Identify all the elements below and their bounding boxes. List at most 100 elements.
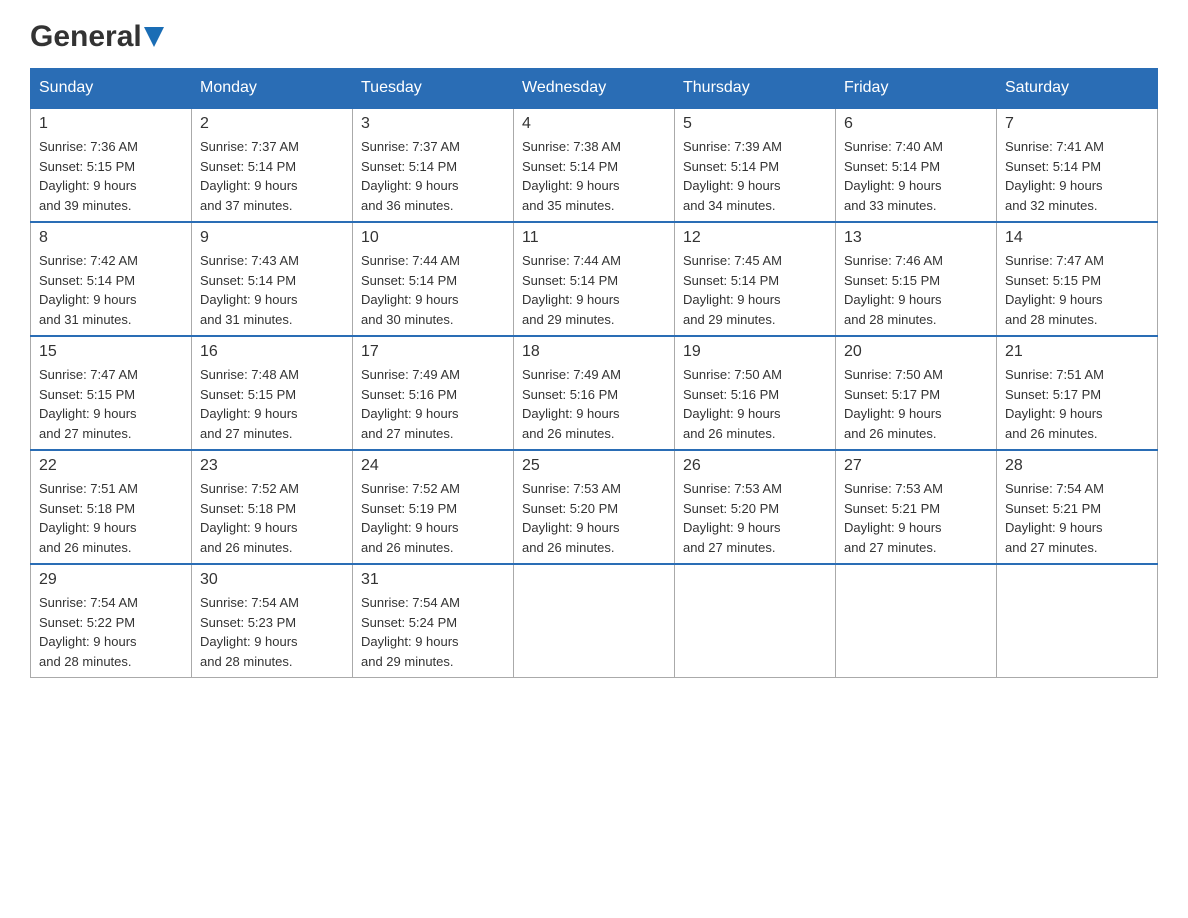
day-info: Sunrise: 7:39 AMSunset: 5:14 PMDaylight:… bbox=[683, 137, 827, 215]
day-number: 31 bbox=[361, 571, 505, 589]
calendar-cell: 4 Sunrise: 7:38 AMSunset: 5:14 PMDaylight… bbox=[514, 108, 675, 222]
day-number: 26 bbox=[683, 457, 827, 475]
calendar-cell: 28 Sunrise: 7:54 AMSunset: 5:21 PMDayligh… bbox=[997, 450, 1158, 564]
calendar-cell: 21Sunrise: 7:51 AMSunset: 5:17 PMDayligh… bbox=[997, 336, 1158, 450]
calendar-cell bbox=[997, 564, 1158, 678]
day-info: Sunrise: 7:54 AMSunset: 5:21 PMDaylight:… bbox=[1005, 479, 1149, 557]
calendar-table: SundayMondayTuesdayWednesdayThursdayFrid… bbox=[30, 68, 1158, 678]
day-number: 12 bbox=[683, 229, 827, 247]
day-number: 13 bbox=[844, 229, 988, 247]
calendar-cell: 9Sunrise: 7:43 AMSunset: 5:14 PMDaylight… bbox=[192, 222, 353, 336]
calendar-cell: 1 Sunrise: 7:36 AMSunset: 5:15 PMDaylight… bbox=[31, 108, 192, 222]
day-info: Sunrise: 7:54 AMSunset: 5:23 PMDaylight:… bbox=[200, 593, 344, 671]
day-info: Sunrise: 7:37 AMSunset: 5:14 PMDaylight:… bbox=[361, 137, 505, 215]
calendar-cell: 17Sunrise: 7:49 AMSunset: 5:16 PMDayligh… bbox=[353, 336, 514, 450]
calendar-header-row: SundayMondayTuesdayWednesdayThursdayFrid… bbox=[31, 69, 1158, 109]
header-sunday: Sunday bbox=[31, 69, 192, 109]
day-info: Sunrise: 7:53 AMSunset: 5:20 PMDaylight:… bbox=[522, 479, 666, 557]
day-info: Sunrise: 7:54 AMSunset: 5:24 PMDaylight:… bbox=[361, 593, 505, 671]
calendar-cell: 3 Sunrise: 7:37 AMSunset: 5:14 PMDaylight… bbox=[353, 108, 514, 222]
calendar-cell: 13 Sunrise: 7:46 AMSunset: 5:15 PMDayligh… bbox=[836, 222, 997, 336]
calendar-cell: 14 Sunrise: 7:47 AMSunset: 5:15 PMDayligh… bbox=[997, 222, 1158, 336]
header-friday: Friday bbox=[836, 69, 997, 109]
week-row-4: 22 Sunrise: 7:51 AMSunset: 5:18 PMDayligh… bbox=[31, 450, 1158, 564]
day-info: Sunrise: 7:52 AMSunset: 5:18 PMDaylight:… bbox=[200, 479, 344, 557]
day-info: Sunrise: 7:47 AMSunset: 5:15 PMDaylight:… bbox=[1005, 251, 1149, 329]
header-tuesday: Tuesday bbox=[353, 69, 514, 109]
logo-general: General bbox=[30, 20, 142, 54]
day-info: Sunrise: 7:37 AMSunset: 5:14 PMDaylight:… bbox=[200, 137, 344, 215]
calendar-cell: 23 Sunrise: 7:52 AMSunset: 5:18 PMDayligh… bbox=[192, 450, 353, 564]
day-number: 2 bbox=[200, 115, 344, 133]
page-header: General bbox=[30, 20, 1158, 48]
calendar-cell: 2 Sunrise: 7:37 AMSunset: 5:14 PMDaylight… bbox=[192, 108, 353, 222]
calendar-cell bbox=[675, 564, 836, 678]
day-number: 19 bbox=[683, 343, 827, 361]
calendar-cell: 5Sunrise: 7:39 AMSunset: 5:14 PMDaylight… bbox=[675, 108, 836, 222]
day-number: 24 bbox=[361, 457, 505, 475]
day-number: 1 bbox=[39, 115, 183, 133]
day-info: Sunrise: 7:51 AMSunset: 5:18 PMDaylight:… bbox=[39, 479, 183, 557]
calendar-cell: 27 Sunrise: 7:53 AMSunset: 5:21 PMDayligh… bbox=[836, 450, 997, 564]
day-info: Sunrise: 7:44 AMSunset: 5:14 PMDaylight:… bbox=[361, 251, 505, 329]
day-info: Sunrise: 7:40 AMSunset: 5:14 PMDaylight:… bbox=[844, 137, 988, 215]
day-info: Sunrise: 7:53 AMSunset: 5:21 PMDaylight:… bbox=[844, 479, 988, 557]
day-number: 29 bbox=[39, 571, 183, 589]
day-number: 16 bbox=[200, 343, 344, 361]
header-saturday: Saturday bbox=[997, 69, 1158, 109]
day-number: 6 bbox=[844, 115, 988, 133]
day-info: Sunrise: 7:49 AMSunset: 5:16 PMDaylight:… bbox=[522, 365, 666, 443]
day-info: Sunrise: 7:51 AMSunset: 5:17 PMDaylight:… bbox=[1005, 365, 1149, 443]
header-thursday: Thursday bbox=[675, 69, 836, 109]
day-number: 3 bbox=[361, 115, 505, 133]
calendar-cell: 20 Sunrise: 7:50 AMSunset: 5:17 PMDayligh… bbox=[836, 336, 997, 450]
day-info: Sunrise: 7:36 AMSunset: 5:15 PMDaylight:… bbox=[39, 137, 183, 215]
calendar-cell: 7Sunrise: 7:41 AMSunset: 5:14 PMDaylight… bbox=[997, 108, 1158, 222]
header-monday: Monday bbox=[192, 69, 353, 109]
day-info: Sunrise: 7:38 AMSunset: 5:14 PMDaylight:… bbox=[522, 137, 666, 215]
day-number: 18 bbox=[522, 343, 666, 361]
header-wednesday: Wednesday bbox=[514, 69, 675, 109]
calendar-cell: 19 Sunrise: 7:50 AMSunset: 5:16 PMDayligh… bbox=[675, 336, 836, 450]
calendar-cell: 8 Sunrise: 7:42 AMSunset: 5:14 PMDaylight… bbox=[31, 222, 192, 336]
day-info: Sunrise: 7:42 AMSunset: 5:14 PMDaylight:… bbox=[39, 251, 183, 329]
calendar-cell: 29 Sunrise: 7:54 AMSunset: 5:22 PMDayligh… bbox=[31, 564, 192, 678]
day-info: Sunrise: 7:53 AMSunset: 5:20 PMDaylight:… bbox=[683, 479, 827, 557]
day-number: 20 bbox=[844, 343, 988, 361]
day-info: Sunrise: 7:46 AMSunset: 5:15 PMDaylight:… bbox=[844, 251, 988, 329]
logo: General bbox=[30, 20, 164, 48]
day-number: 4 bbox=[522, 115, 666, 133]
day-number: 27 bbox=[844, 457, 988, 475]
day-number: 30 bbox=[200, 571, 344, 589]
day-number: 11 bbox=[522, 229, 666, 247]
calendar-cell: 10Sunrise: 7:44 AMSunset: 5:14 PMDayligh… bbox=[353, 222, 514, 336]
day-info: Sunrise: 7:48 AMSunset: 5:15 PMDaylight:… bbox=[200, 365, 344, 443]
week-row-2: 8 Sunrise: 7:42 AMSunset: 5:14 PMDaylight… bbox=[31, 222, 1158, 336]
day-info: Sunrise: 7:43 AMSunset: 5:14 PMDaylight:… bbox=[200, 251, 344, 329]
calendar-cell: 16 Sunrise: 7:48 AMSunset: 5:15 PMDayligh… bbox=[192, 336, 353, 450]
day-number: 22 bbox=[39, 457, 183, 475]
calendar-cell: 11 Sunrise: 7:44 AMSunset: 5:14 PMDayligh… bbox=[514, 222, 675, 336]
day-number: 25 bbox=[522, 457, 666, 475]
day-number: 8 bbox=[39, 229, 183, 247]
calendar-body: 1 Sunrise: 7:36 AMSunset: 5:15 PMDaylight… bbox=[31, 108, 1158, 678]
day-number: 23 bbox=[200, 457, 344, 475]
calendar-cell bbox=[514, 564, 675, 678]
week-row-5: 29 Sunrise: 7:54 AMSunset: 5:22 PMDayligh… bbox=[31, 564, 1158, 678]
day-info: Sunrise: 7:41 AMSunset: 5:14 PMDaylight:… bbox=[1005, 137, 1149, 215]
week-row-1: 1 Sunrise: 7:36 AMSunset: 5:15 PMDaylight… bbox=[31, 108, 1158, 222]
calendar-cell: 6 Sunrise: 7:40 AMSunset: 5:14 PMDaylight… bbox=[836, 108, 997, 222]
calendar-cell: 31 Sunrise: 7:54 AMSunset: 5:24 PMDayligh… bbox=[353, 564, 514, 678]
calendar-cell bbox=[836, 564, 997, 678]
day-info: Sunrise: 7:50 AMSunset: 5:17 PMDaylight:… bbox=[844, 365, 988, 443]
day-info: Sunrise: 7:52 AMSunset: 5:19 PMDaylight:… bbox=[361, 479, 505, 557]
day-number: 28 bbox=[1005, 457, 1149, 475]
day-info: Sunrise: 7:49 AMSunset: 5:16 PMDaylight:… bbox=[361, 365, 505, 443]
calendar-cell: 22 Sunrise: 7:51 AMSunset: 5:18 PMDayligh… bbox=[31, 450, 192, 564]
day-info: Sunrise: 7:44 AMSunset: 5:14 PMDaylight:… bbox=[522, 251, 666, 329]
calendar-cell: 30 Sunrise: 7:54 AMSunset: 5:23 PMDayligh… bbox=[192, 564, 353, 678]
day-info: Sunrise: 7:54 AMSunset: 5:22 PMDaylight:… bbox=[39, 593, 183, 671]
day-info: Sunrise: 7:50 AMSunset: 5:16 PMDaylight:… bbox=[683, 365, 827, 443]
calendar-cell: 15Sunrise: 7:47 AMSunset: 5:15 PMDayligh… bbox=[31, 336, 192, 450]
day-number: 14 bbox=[1005, 229, 1149, 247]
